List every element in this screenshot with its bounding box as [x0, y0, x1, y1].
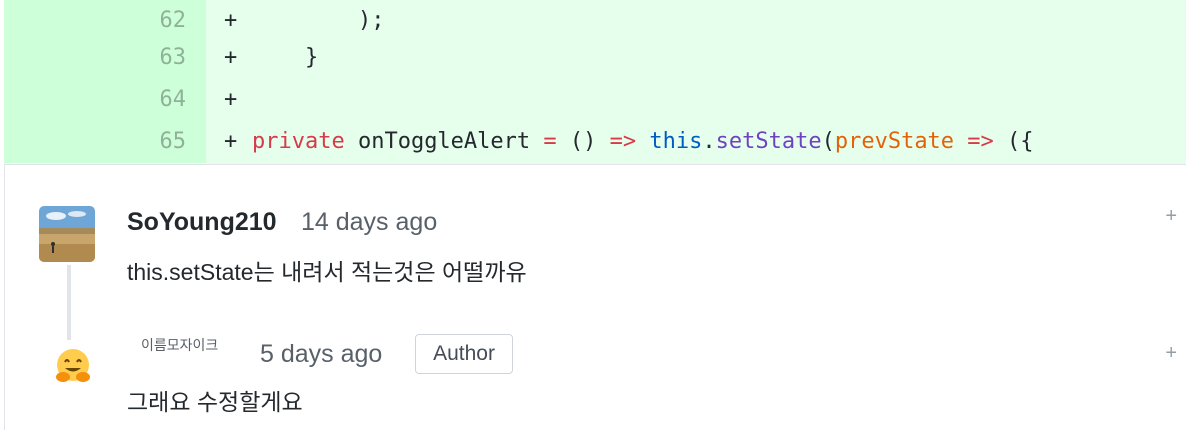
code-param-prevstate: prevState: [834, 129, 955, 154]
diff-added-marker: +: [224, 129, 238, 154]
diff-added-marker: +: [224, 87, 238, 112]
line-number[interactable]: 64: [4, 79, 206, 121]
code-function-setstate: setState: [715, 129, 822, 154]
diff-line: 65 + private onToggleAlert = () => this.…: [4, 121, 1186, 163]
diff-line: 62 + );: [4, 0, 1186, 42]
comment-author[interactable]: 이름모자이크: [141, 335, 218, 355]
thread-connector-line: [67, 265, 71, 340]
code-tail: ({: [1007, 129, 1034, 154]
line-number[interactable]: 65: [4, 121, 206, 163]
code-keyword-private: private: [252, 129, 345, 154]
code-text: private onToggleAlert = () => this.setSt…: [252, 121, 1034, 163]
comment-author[interactable]: SoYoung210: [127, 207, 277, 237]
diff-added-marker: +: [224, 45, 238, 70]
code-operator-arrow: =>: [609, 129, 637, 154]
code-parens: (): [556, 129, 610, 154]
author-badge: Author: [415, 334, 513, 374]
code-text: }: [252, 45, 319, 70]
diff-added-marker: +: [224, 8, 238, 33]
diff-line: 64 +: [4, 79, 1186, 121]
comment-time[interactable]: 14 days ago: [301, 207, 437, 237]
comment-time[interactable]: 5 days ago: [260, 339, 382, 369]
diff-added-block: 62 + ); 63 + } 64 + 65 + private onToggl…: [4, 0, 1186, 165]
code-operator-arrow: =>: [954, 129, 1008, 154]
code-paren-open: (: [821, 129, 835, 154]
line-number[interactable]: 63: [4, 37, 206, 79]
add-reaction-icon[interactable]: +: [1165, 342, 1177, 365]
code-dot: .: [702, 129, 716, 154]
code-text: );: [252, 8, 385, 33]
review-comment-thread: SoYoung210 14 days ago + this.setState는 …: [4, 165, 1186, 430]
add-reaction-icon[interactable]: +: [1165, 205, 1177, 228]
hugging-face-emoji-icon[interactable]: [53, 347, 93, 387]
code-method-name: onToggleAlert: [344, 129, 544, 154]
comment-body: this.setState는 내려서 적는것은 어떨까유: [127, 259, 527, 285]
line-number[interactable]: 62: [4, 0, 206, 42]
landscape-avatar-icon[interactable]: [39, 206, 95, 262]
diff-line: 63 + }: [4, 37, 1186, 79]
comment-body: 그래요 수정할게요: [127, 389, 303, 415]
code-operator-assign: =: [543, 129, 557, 154]
code-keyword-this: this: [649, 129, 703, 154]
